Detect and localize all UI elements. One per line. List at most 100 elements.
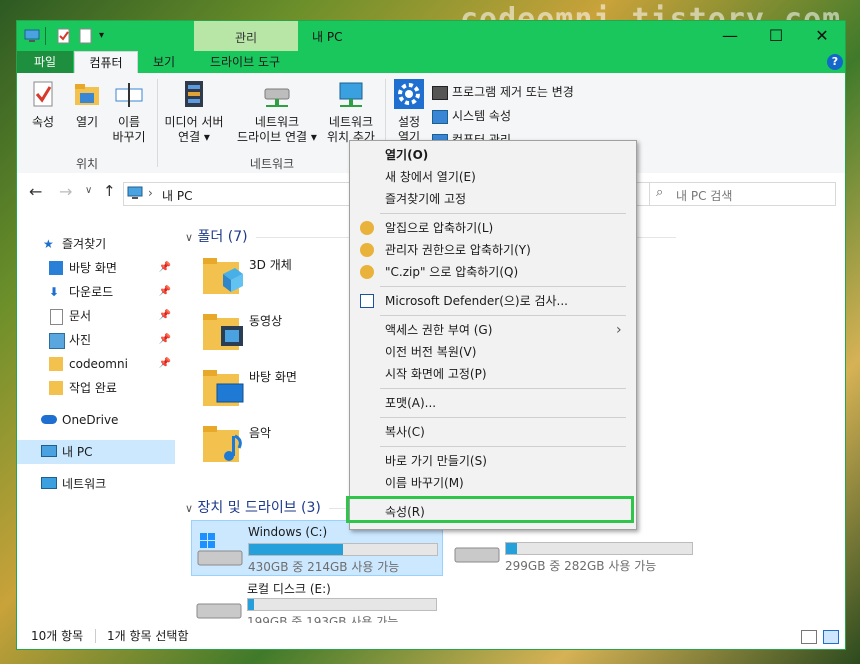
drive-usage-fill [506, 543, 518, 554]
selected-count: 1개 항목 선택함 [107, 629, 189, 643]
nav-documents[interactable]: 문서 📌 [17, 304, 175, 328]
windows-drive-icon [197, 533, 243, 566]
recent-chevron-icon[interactable]: ∨ [85, 185, 92, 196]
context-menu: 열기(O) 새 창에서 열기(E) 즐겨찾기에 고정 알집으로 압축하기(L) … [349, 140, 637, 530]
menu-item-copy[interactable]: 복사(C) [350, 421, 636, 443]
folder-icon [49, 357, 63, 371]
breadcrumb-chevron-icon: › [148, 186, 153, 200]
nav-codeomni[interactable]: codeomni 📌 [17, 352, 175, 376]
alzip-icon [360, 221, 374, 235]
collapse-chevron-icon: ∨ [185, 231, 194, 244]
menu-separator [380, 417, 626, 418]
drive-usage-bar [247, 598, 437, 611]
window-title: 내 PC [312, 30, 343, 44]
add-network-location-button[interactable]: 네트워크 위치 추가 [321, 79, 381, 145]
menu-item-restore-previous[interactable]: 이전 버전 복원(V) [350, 341, 636, 363]
folder-item[interactable]: 바탕 화면 [201, 364, 361, 416]
drive-usage-fill [249, 544, 343, 555]
nav-quick-access[interactable]: ★ 즐겨찾기 [17, 232, 175, 256]
pin-icon: 📌 [158, 358, 171, 369]
qat-dropdown-icon[interactable]: ▾ [99, 27, 104, 45]
help-icon[interactable]: ? [827, 54, 843, 70]
document-icon [50, 309, 63, 325]
nav-onedrive[interactable]: OneDrive [17, 408, 175, 432]
pin-icon: 📌 [158, 262, 171, 273]
star-icon: ★ [43, 237, 54, 251]
tab-file[interactable]: 파일 [17, 51, 73, 73]
properties-button[interactable]: 속성 [23, 79, 63, 130]
nav-desktop[interactable]: 바탕 화면 📌 [17, 256, 175, 280]
folder-item[interactable]: 음악 [201, 420, 361, 472]
menu-item-open-new-window[interactable]: 새 창에서 열기(E) [350, 166, 636, 188]
menu-item-format[interactable]: 포맷(A)... [350, 392, 636, 414]
properties-icon [33, 81, 53, 107]
computer-icon [127, 186, 143, 199]
download-arrow-icon: ⬇ [49, 285, 60, 299]
maximize-button[interactable]: ☐ [753, 21, 799, 51]
uninstall-program-button[interactable]: 프로그램 제거 또는 변경 [432, 83, 574, 100]
forward-arrow-icon[interactable]: → [59, 182, 72, 201]
menu-item-alzip[interactable]: 알집으로 압축하기(L) [350, 217, 636, 239]
minimize-button[interactable]: — [707, 21, 753, 51]
pin-icon: 📌 [158, 334, 171, 345]
properties-check-icon[interactable] [55, 27, 73, 45]
menu-separator [380, 446, 626, 447]
close-button[interactable]: ✕ [799, 21, 845, 51]
pin-icon: 📌 [158, 310, 171, 321]
open-settings-button[interactable]: 설정 열기 [389, 79, 429, 145]
navigation-pane: ★ 즐겨찾기 바탕 화면 📌 ⬇ 다운로드 📌 문서 📌 사진 📌 codeom… [17, 226, 175, 621]
system-properties-button[interactable]: 시스템 속성 [432, 107, 511, 124]
menu-item-give-access[interactable]: 액세스 권한 부여 (G) › [350, 319, 636, 341]
context-tab-manage[interactable]: 관리 [194, 21, 298, 51]
menu-item-pin-start[interactable]: 시작 화면에 고정(P) [350, 363, 636, 385]
folder-item[interactable]: 동영상 [201, 308, 361, 360]
map-network-drive-button[interactable]: 네트워크 드라이브 연결 ▾ [231, 79, 323, 145]
menu-item-alzip-named[interactable]: "C.zip" 으로 압축하기(Q) [350, 261, 636, 283]
ribbon-tabs: 파일 컴퓨터 보기 드라이브 도구 [17, 51, 845, 74]
search-input[interactable]: ⌕ 내 PC 검색 [649, 182, 836, 206]
media-server-button[interactable]: 미디어 서버 연결 ▾ [161, 79, 227, 145]
large-icons-view-icon[interactable] [823, 630, 839, 644]
details-view-icon[interactable] [801, 630, 817, 644]
menu-item-defender[interactable]: Microsoft Defender(으)로 검사... [350, 290, 636, 312]
media-server-icon [185, 81, 203, 107]
search-placeholder: 내 PC 검색 [676, 189, 733, 203]
tab-computer[interactable]: 컴퓨터 [74, 51, 138, 74]
nav-done[interactable]: 작업 완료 [17, 376, 175, 400]
ribbon-separator [157, 79, 158, 167]
open-button[interactable]: 열기 [67, 79, 107, 130]
nav-downloads[interactable]: ⬇ 다운로드 📌 [17, 280, 175, 304]
title-bar: ▾ 관리 내 PC — ☐ ✕ [17, 21, 845, 51]
tab-drive-tools[interactable]: 드라이브 도구 [195, 51, 295, 73]
back-arrow-icon[interactable]: ← [29, 182, 42, 201]
rename-button[interactable]: 이름 바꾸기 [109, 79, 149, 145]
properties-highlight-box [346, 496, 634, 523]
menu-separator [380, 286, 626, 287]
folder-item[interactable]: 3D 개체 [201, 252, 361, 304]
menu-item-rename[interactable]: 이름 바꾸기(M) [350, 472, 636, 494]
drive-icon [196, 603, 242, 619]
menu-item-create-shortcut[interactable]: 바로 가기 만들기(S) [350, 450, 636, 472]
submenu-chevron-icon: › [616, 322, 622, 338]
menu-item-open[interactable]: 열기(O) [350, 144, 636, 166]
tab-view[interactable]: 보기 [141, 51, 187, 73]
up-arrow-icon[interactable]: ↑ [103, 182, 116, 200]
drive-item-e[interactable]: 로컬 디스크 (E:) 199GB 중 193GB 사용 가능 [191, 576, 441, 630]
menu-item-alzip-admin[interactable]: 관리자 권한으로 압축하기(Y) [350, 239, 636, 261]
network-drive-icon [264, 88, 290, 107]
nav-this-pc[interactable]: 내 PC [17, 440, 175, 464]
item-count: 10개 항목 [31, 629, 84, 643]
videos-folder-icon [203, 314, 243, 350]
menu-item-pin-quick-access[interactable]: 즐겨찾기에 고정 [350, 188, 636, 210]
system-properties-icon [432, 109, 448, 124]
group-label-location: 위치 [75, 157, 99, 171]
computer-icon [41, 445, 57, 457]
nav-pictures[interactable]: 사진 📌 [17, 328, 175, 352]
alzip-icon [360, 243, 374, 257]
folder-icon [49, 381, 63, 395]
collapse-chevron-icon: ∨ [185, 502, 194, 515]
uninstall-icon [432, 85, 448, 100]
nav-network[interactable]: 네트워크 [17, 472, 175, 496]
new-folder-icon[interactable] [77, 27, 95, 45]
breadcrumb-this-pc[interactable]: 내 PC [162, 187, 192, 204]
